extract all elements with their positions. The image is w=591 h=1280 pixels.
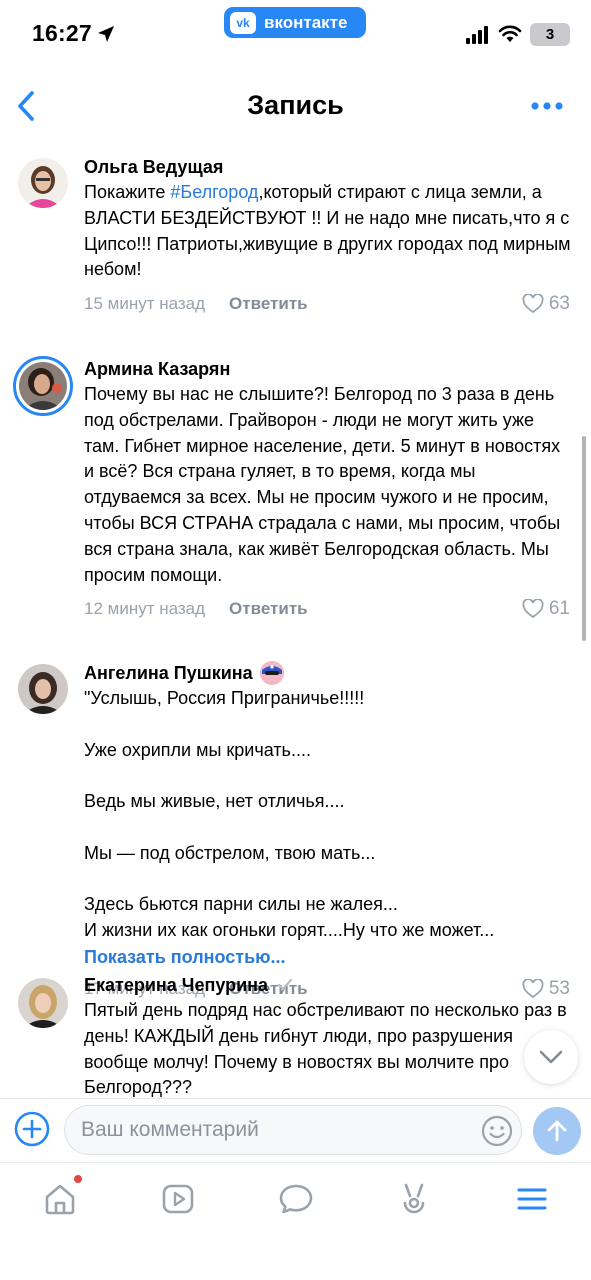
notification-badge [74,1175,82,1183]
home-icon [45,1184,75,1215]
comment-author[interactable]: Ольга Ведущая [84,154,574,180]
avatar-story[interactable] [13,356,73,416]
comment-text: Покажите #Белгород,который стирают с лиц… [84,182,571,280]
verified-check-icon [277,978,293,991]
more-options-icon[interactable] [530,96,564,116]
tab-bar [0,1162,591,1280]
comment-meta: 12 минут назад Ответить 61 [84,592,574,626]
vk-logo-icon: vk [230,11,256,34]
add-attachment-icon[interactable] [14,1111,50,1147]
chevron-down-icon [539,1050,563,1064]
messages-icon [279,1184,313,1214]
clips-icon [403,1183,425,1214]
comment-author-name[interactable]: Ангелина Пушкина [84,663,253,684]
heart-icon [522,599,544,619]
heart-icon [522,294,544,314]
hashtag-link[interactable]: #Белгород [170,182,258,202]
comment-time: 15 минут назад [84,294,206,314]
app-pill-label: вконтакте [264,12,348,32]
send-button[interactable] [533,1107,581,1155]
like-button[interactable]: 61 [522,592,570,626]
like-count: 61 [548,598,570,620]
comment-author: Екатерина Чепурина [84,972,574,998]
emoji-icon[interactable] [481,1115,513,1147]
reply-button[interactable]: Ответить [229,599,308,619]
comment-text: Пятый день подряд нас обстреливают по не… [84,1000,567,1098]
menu-icon [517,1188,547,1210]
comment-meta: 15 минут назад Ответить 63 [84,287,574,321]
scrollbar-thumb[interactable] [582,436,586,641]
comment-composer [0,1098,591,1162]
show-more-link[interactable]: Показать полностью... [84,944,574,970]
comment-time: 12 минут назад [84,599,206,619]
tab-clips[interactable] [394,1179,434,1219]
comment-input-wrapper [64,1105,522,1155]
comment-body: Ольга Ведущая Покажите #Белгород,который… [84,154,574,321]
scroll-to-bottom-button[interactable] [524,1030,578,1084]
like-count: 63 [548,293,570,315]
page-title: Запись [247,90,344,120]
comment-author[interactable]: Армина Казарян [84,356,574,382]
masked-avatar-badge-icon [259,661,284,685]
avatar[interactable] [18,978,68,1028]
comment-input[interactable] [81,1106,471,1154]
tab-messages[interactable] [276,1179,316,1219]
comment-body: Екатерина Чепурина Пятый день подряд нас… [84,972,574,1098]
comment-author-name[interactable]: Екатерина Чепурина [84,975,268,996]
location-arrow-icon [98,26,114,42]
comments-feed[interactable]: Ольга Ведущая Покажите #Белгород,который… [0,140,591,1098]
status-bar: 16:27 vk вконтакте 3 [0,0,591,70]
wifi-icon [498,25,522,42]
reply-button[interactable]: Ответить [229,294,308,314]
like-button[interactable]: 63 [522,287,570,321]
cellular-signal-icon [466,26,488,44]
video-icon [162,1184,194,1214]
comment-author: Ангелина Пушкина [84,660,574,686]
app-pill[interactable]: vk вконтакте [224,7,366,38]
tab-menu[interactable] [512,1179,552,1219]
nav-bar: Запись [0,70,591,140]
avatar[interactable] [18,158,68,208]
comment-body: Армина Казарян Почему вы нас не слышите?… [84,356,574,626]
status-time: 16:27 [32,20,92,46]
tab-video[interactable] [158,1179,198,1219]
comment-text: "Услышь, Россия Приграничье!!!!! Уже охр… [84,688,495,941]
tab-home[interactable] [40,1179,80,1219]
avatar[interactable] [18,664,68,714]
arrow-up-icon [547,1120,567,1142]
comment-text: Почему вы нас не слышите?! Белгород по 3… [84,384,561,585]
comment-body: Ангелина Пушкина "Услышь, Россия Пригран… [84,660,574,1006]
battery-indicator: 3 [530,23,570,46]
